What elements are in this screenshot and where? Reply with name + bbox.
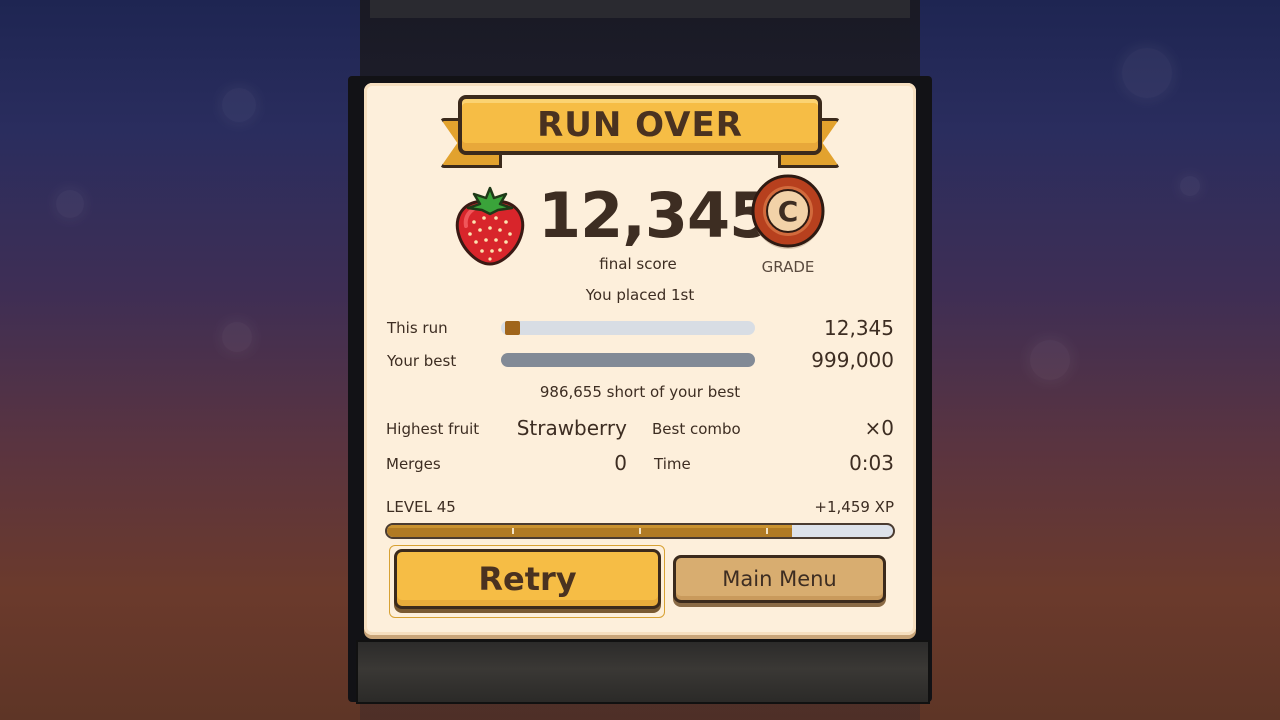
time-value: 0:03: [849, 451, 894, 475]
xp-tick: [512, 528, 514, 534]
this-run-label: This run: [387, 319, 448, 337]
retry-button[interactable]: Retry: [394, 549, 661, 609]
xp-gain-label: +1,459 XP: [814, 498, 894, 516]
grade-label: GRADE: [761, 258, 815, 276]
background-bokeh: [222, 88, 256, 122]
final-score-value: 12,345: [538, 179, 772, 252]
short-of-best-text: 986,655 short of your best: [539, 383, 741, 401]
background-bokeh: [1030, 340, 1070, 380]
level-label: LEVEL 45: [386, 498, 456, 516]
page-title: RUN OVER: [537, 105, 743, 145]
grade-letter: C: [778, 195, 799, 228]
background-bokeh: [1122, 48, 1172, 98]
merges-value: 0: [614, 451, 627, 475]
this-run-bar-fill: [505, 321, 520, 335]
background-bokeh: [56, 190, 84, 218]
background-top-bar: [370, 0, 910, 18]
dialog-frame-base: [356, 640, 930, 704]
main-menu-button[interactable]: Main Menu: [673, 555, 886, 603]
your-best-value: 999,000: [811, 348, 894, 372]
strawberry-icon: [452, 184, 528, 268]
xp-tick: [639, 528, 641, 534]
your-best-bar: [501, 353, 755, 367]
xp-tick: [766, 528, 768, 534]
merges-label: Merges: [386, 455, 441, 473]
background-bokeh: [1180, 176, 1200, 196]
best-combo-value: ×0: [864, 416, 894, 440]
time-label: Time: [654, 455, 691, 473]
your-best-label: Your best: [387, 352, 457, 370]
xp-progress-fill: [387, 525, 792, 537]
grade-badge: C: [750, 174, 826, 250]
final-score-label: final score: [599, 255, 677, 273]
this-run-value: 12,345: [824, 316, 894, 340]
best-combo-label: Best combo: [652, 420, 741, 438]
xp-progress-bar: [385, 523, 895, 539]
highest-fruit-value: Strawberry: [516, 416, 627, 440]
highest-fruit-label: Highest fruit: [386, 420, 480, 438]
placement-text: You placed 1st: [585, 286, 695, 304]
this-run-bar: [501, 321, 755, 335]
title-ribbon: RUN OVER: [458, 95, 822, 155]
background-bokeh: [222, 322, 252, 352]
